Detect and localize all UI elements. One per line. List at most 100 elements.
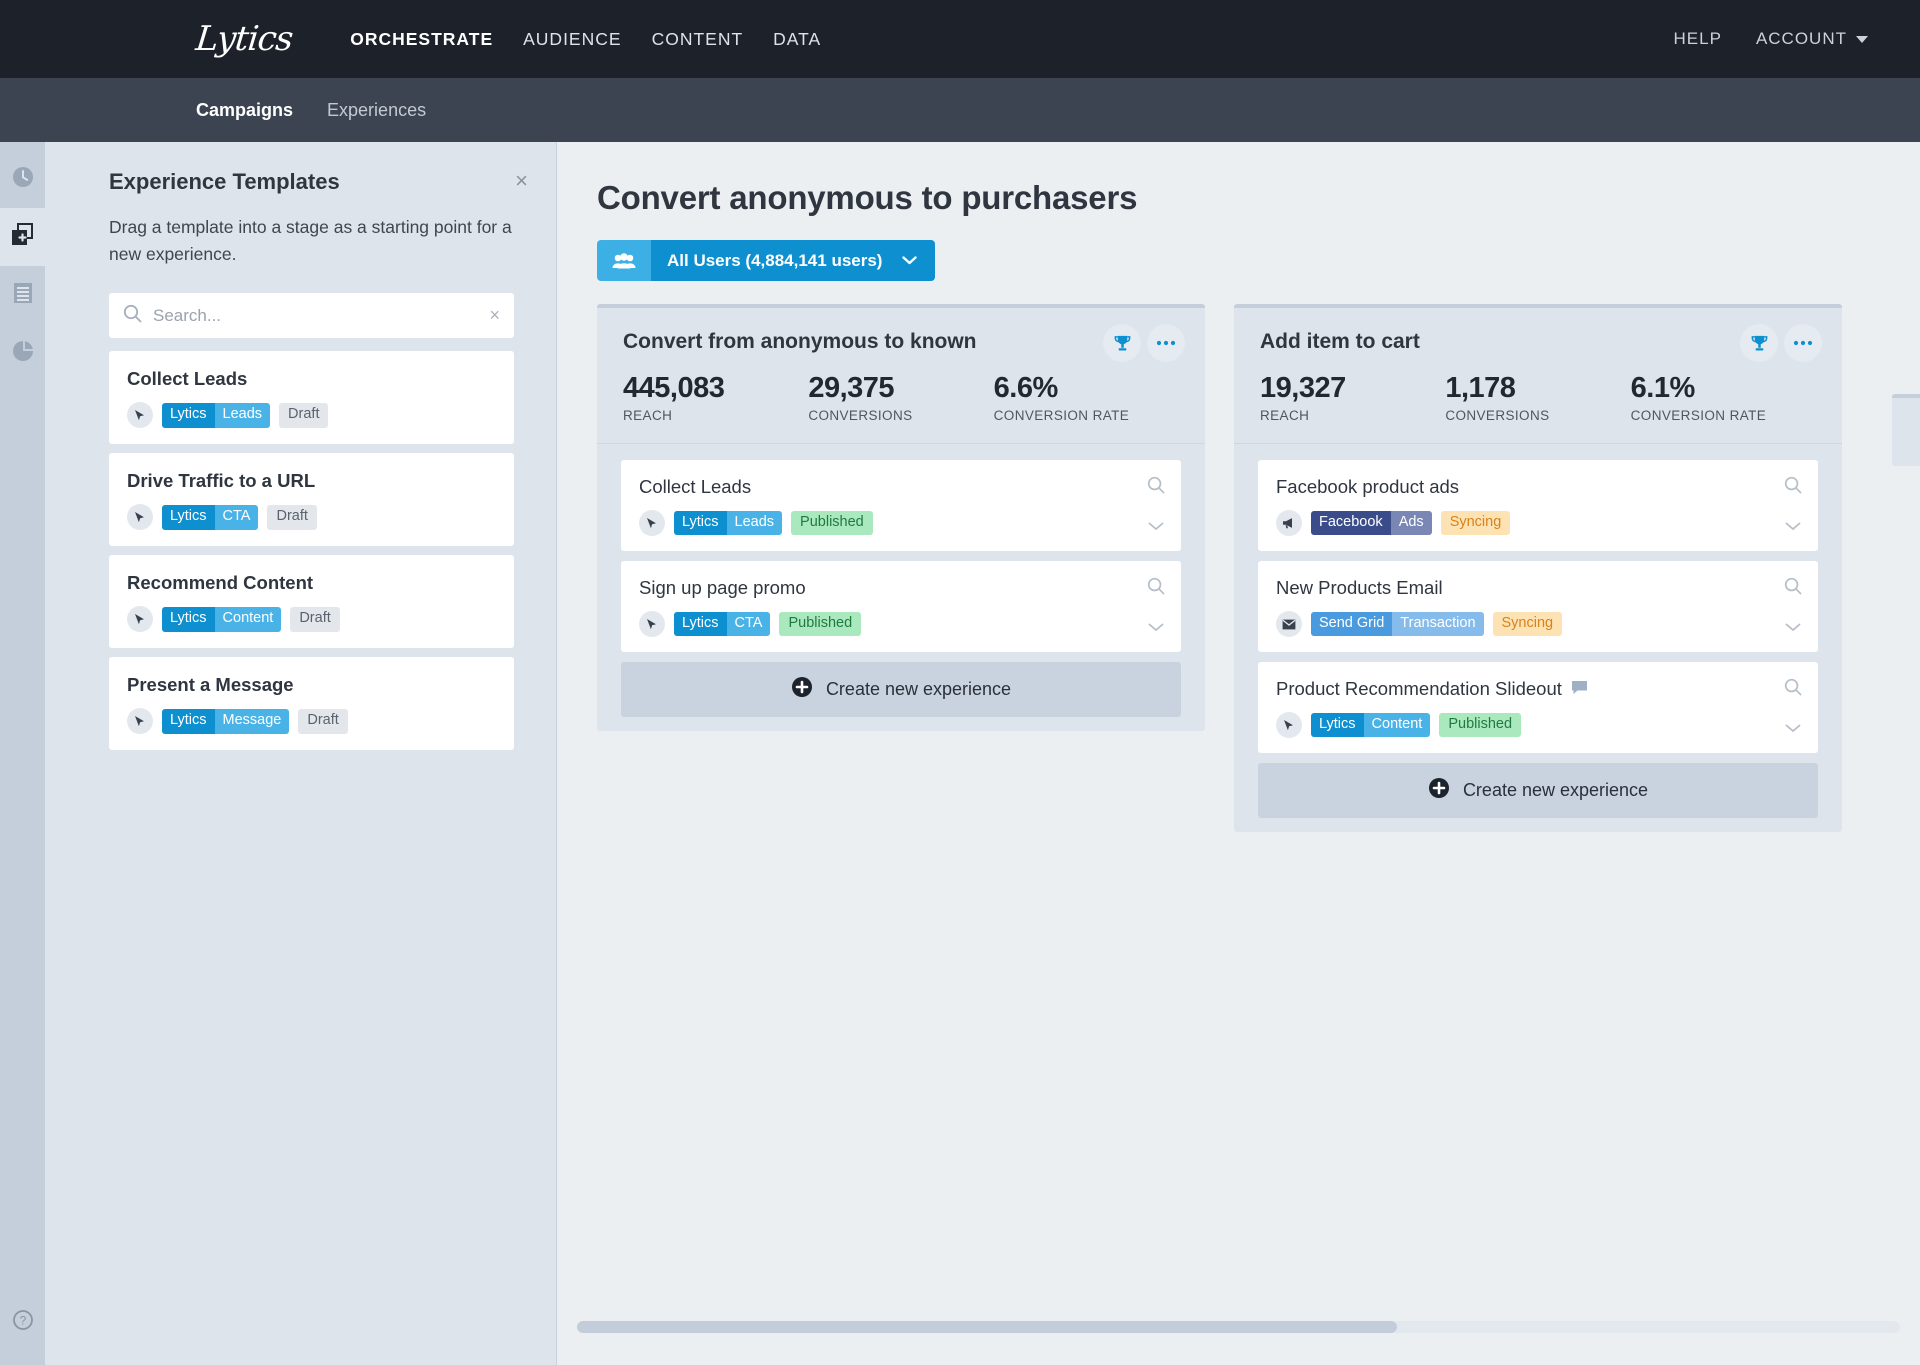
status-badge: Draft <box>298 709 347 734</box>
template-meta: Lytics Leads Draft <box>127 402 496 428</box>
help-link[interactable]: HELP <box>1674 29 1722 49</box>
stat-conversion-rate: 6.1% CONVERSION RATE <box>1631 372 1816 423</box>
comment-icon[interactable] <box>1571 678 1588 700</box>
template-meta: Lytics Message Draft <box>127 708 496 734</box>
subnav-item-campaigns[interactable]: Campaigns <box>196 100 293 121</box>
envelope-icon <box>1276 611 1302 637</box>
vendor-category-badge: Lytics Message <box>162 709 289 734</box>
template-list: Collect Leads Lytics Leads Draft Drive T… <box>109 351 514 750</box>
stat-label: REACH <box>1260 408 1445 423</box>
search-icon[interactable] <box>1784 678 1802 701</box>
chevron-down-icon[interactable] <box>1785 518 1801 536</box>
search-input[interactable] <box>153 306 478 326</box>
template-card[interactable]: Recommend Content Lytics Content Draft <box>109 555 514 648</box>
status-badge: Syncing <box>1493 612 1563 637</box>
trophy-icon[interactable] <box>1103 324 1141 362</box>
stage-stats: 19,327 REACH 1,178 CONVERSIONS 6.1% CONV… <box>1234 354 1842 444</box>
vendor-category-badge: Facebook Ads <box>1311 511 1432 536</box>
experience-actions <box>1784 476 1802 536</box>
experience-list: Collect Leads Lytics Leads Published <box>597 444 1205 652</box>
experience-actions <box>1147 476 1165 536</box>
experience-card[interactable]: Facebook product ads Facebook Ads Syncin… <box>1258 460 1818 551</box>
stage-title: Add item to cart <box>1260 330 1816 354</box>
experience-card[interactable]: Sign up page promo Lytics CTA Published <box>621 561 1181 652</box>
top-nav-right: HELP ACCOUNT <box>1674 29 1868 49</box>
stat-value: 1,178 <box>1445 372 1630 405</box>
chevron-down-icon[interactable] <box>1785 619 1801 637</box>
status-badge: Draft <box>267 505 316 530</box>
search-icon[interactable] <box>1147 577 1165 600</box>
search-icon[interactable] <box>1784 476 1802 499</box>
chevron-down-icon[interactable] <box>1148 518 1164 536</box>
stage-actions <box>1740 324 1822 362</box>
next-stage-peek[interactable] <box>1892 394 1920 466</box>
clock-icon <box>12 166 34 193</box>
vendor-label: Lytics <box>674 511 727 536</box>
status-badge: Draft <box>279 403 328 428</box>
status-badge: Published <box>1439 713 1521 738</box>
account-menu[interactable]: ACCOUNT <box>1756 29 1868 49</box>
stage-columns: Convert from anonymous to known 445,083 … <box>557 281 1920 832</box>
nav-item-audience[interactable]: AUDIENCE <box>523 29 621 50</box>
status-badge: Published <box>791 511 873 536</box>
add-copy-icon <box>11 223 34 251</box>
stat-reach: 19,327 REACH <box>1260 372 1445 423</box>
rail-item-analytics[interactable] <box>0 324 45 382</box>
panel-title: Experience Templates <box>67 142 534 195</box>
category-label: CTA <box>727 612 771 637</box>
users-icon <box>597 240 651 281</box>
search-icon[interactable] <box>1147 476 1165 499</box>
megaphone-icon <box>1276 510 1302 536</box>
vendor-category-badge: Send Grid Transaction <box>1311 612 1484 637</box>
cursor-icon <box>639 510 665 536</box>
template-search[interactable]: × <box>109 293 514 338</box>
vendor-label: Lytics <box>162 403 215 428</box>
ellipsis-icon[interactable] <box>1784 324 1822 362</box>
template-card[interactable]: Present a Message Lytics Message Draft <box>109 657 514 750</box>
rail-item-help[interactable]: ? <box>0 1310 45 1335</box>
audience-selector[interactable]: All Users (4,884,141 users) <box>597 240 935 281</box>
nav-item-data[interactable]: DATA <box>773 29 821 50</box>
pie-chart-icon <box>12 340 34 367</box>
chevron-down-icon[interactable] <box>1148 619 1164 637</box>
ellipsis-icon[interactable] <box>1147 324 1185 362</box>
experience-card[interactable]: New Products Email Send Grid Transaction… <box>1258 561 1818 652</box>
clear-search-icon[interactable]: × <box>489 305 500 326</box>
main-nav: ORCHESTRATE AUDIENCE CONTENT DATA <box>350 29 821 50</box>
nav-item-orchestrate[interactable]: ORCHESTRATE <box>350 29 493 50</box>
template-card[interactable]: Collect Leads Lytics Leads Draft <box>109 351 514 444</box>
subnav-item-experiences[interactable]: Experiences <box>327 100 426 121</box>
trophy-icon[interactable] <box>1740 324 1778 362</box>
rail-item-templates[interactable] <box>0 208 45 266</box>
vendor-label: Facebook <box>1311 511 1391 536</box>
template-name: Drive Traffic to a URL <box>127 470 496 492</box>
create-button-label: Create new experience <box>826 679 1011 700</box>
close-icon[interactable]: × <box>515 170 528 192</box>
create-new-experience-button[interactable]: Create new experience <box>621 662 1181 717</box>
chevron-down-icon <box>902 256 917 265</box>
create-new-experience-button[interactable]: Create new experience <box>1258 763 1818 818</box>
category-label: Content <box>1364 713 1431 738</box>
lytics-logo[interactable]: Lytics <box>194 19 294 59</box>
horizontal-scrollbar[interactable] <box>577 1321 1900 1333</box>
rail-item-list[interactable] <box>0 266 45 324</box>
experience-meta: Send Grid Transaction Syncing <box>1276 611 1800 637</box>
scrollbar-thumb[interactable] <box>577 1321 1397 1333</box>
experience-actions <box>1784 577 1802 637</box>
chevron-down-icon[interactable] <box>1785 720 1801 738</box>
vendor-category-badge: Lytics CTA <box>674 612 770 637</box>
nav-item-content[interactable]: CONTENT <box>652 29 744 50</box>
rail-item-history[interactable] <box>0 150 45 208</box>
experience-actions <box>1784 678 1802 738</box>
template-card[interactable]: Drive Traffic to a URL Lytics CTA Draft <box>109 453 514 546</box>
category-label: Leads <box>727 511 783 536</box>
stat-reach: 445,083 REACH <box>623 372 808 423</box>
experience-card[interactable]: Collect Leads Lytics Leads Published <box>621 460 1181 551</box>
cursor-icon <box>127 402 153 428</box>
experience-card[interactable]: Product Recommendation Slideout Lytics <box>1258 662 1818 753</box>
vendor-label: Lytics <box>1311 713 1364 738</box>
search-icon[interactable] <box>1784 577 1802 600</box>
cursor-icon <box>127 504 153 530</box>
stage-actions <box>1103 324 1185 362</box>
stat-label: CONVERSION RATE <box>1631 408 1816 423</box>
